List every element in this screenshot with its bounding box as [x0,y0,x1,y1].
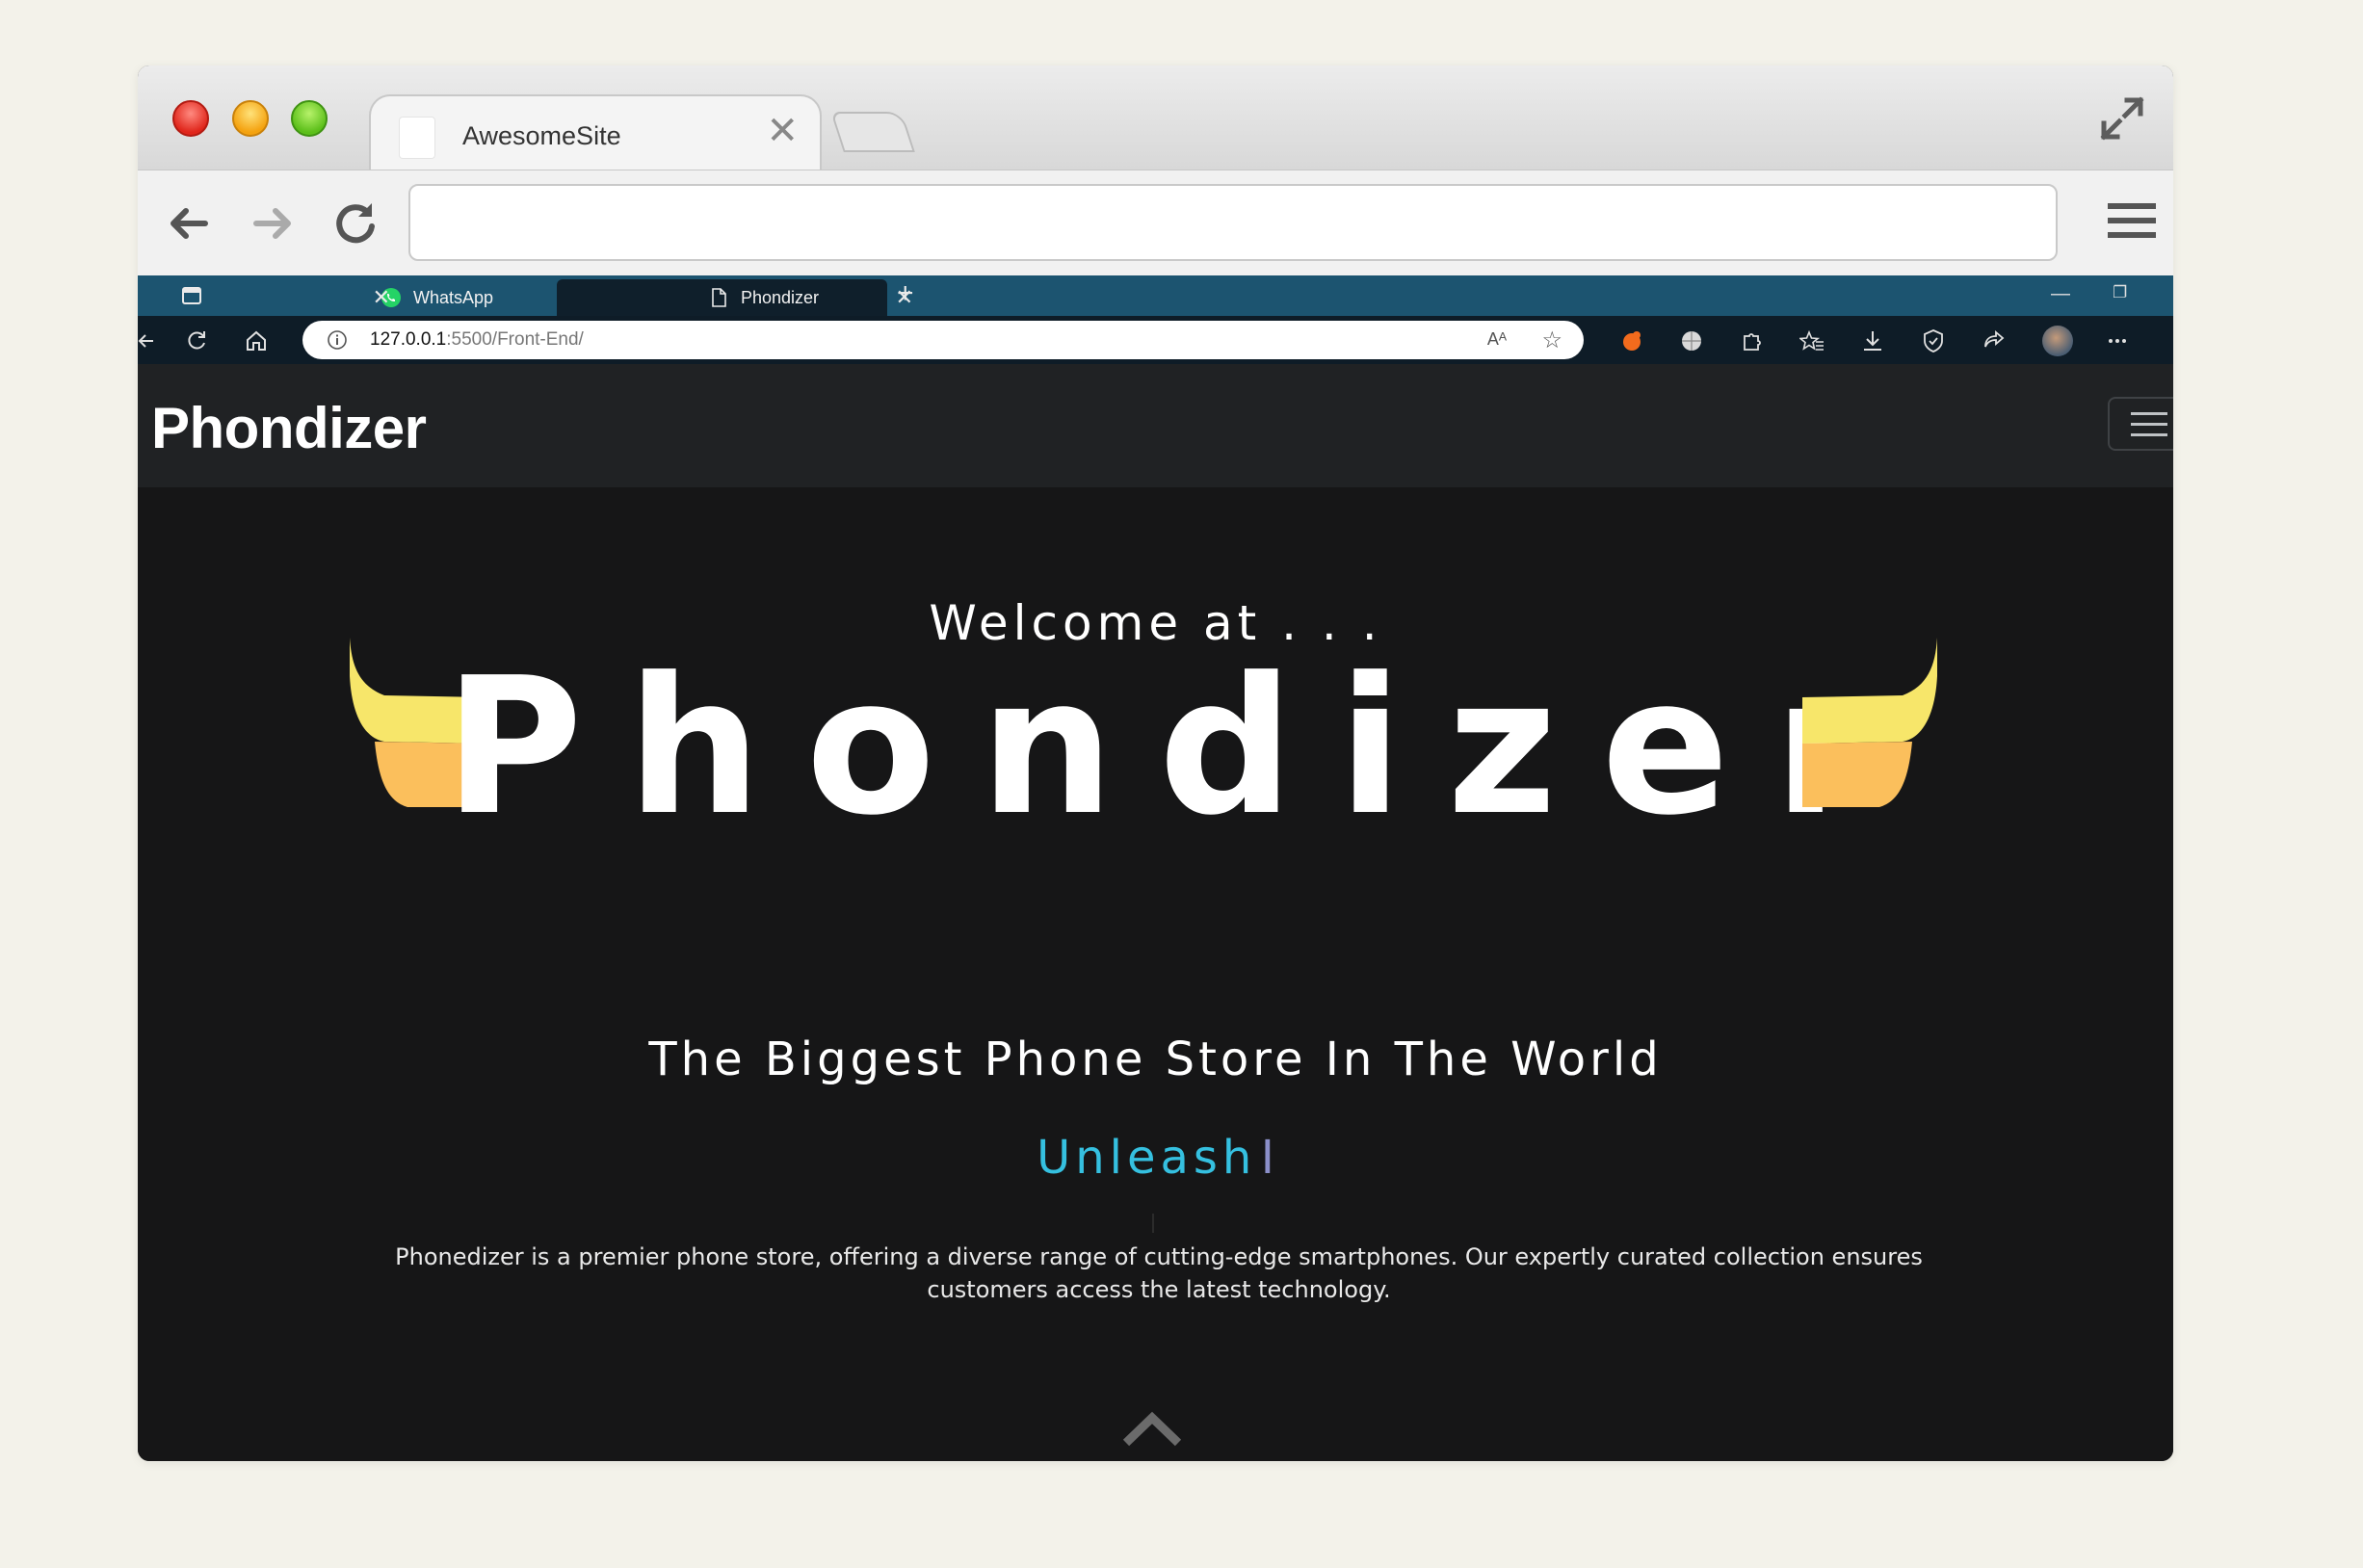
site-info-icon[interactable] [327,329,348,351]
site-navbar: Phondizer [138,364,2173,487]
inner-address-bar[interactable]: 127.0.0.1:5500/Front-End/ Aᴬ ☆ [302,321,1584,359]
home-icon[interactable] [244,328,269,353]
outer-address-bar[interactable] [408,184,2058,261]
chevron-up-icon[interactable] [1122,1410,1182,1449]
extension-orange-icon[interactable] [1619,328,1644,353]
outer-tab-bar: AwesomeSite ✕ [138,65,2173,171]
reload-icon[interactable] [329,197,381,249]
outer-tab-awesomesite[interactable]: AwesomeSite ✕ [369,94,822,171]
toggler-line [2131,423,2167,426]
forward-arrow-icon[interactable] [247,197,299,249]
share-icon[interactable] [1982,328,2007,353]
inner-tab-phondizer[interactable]: Phondizer ✕ [557,279,913,316]
favorite-star-icon[interactable]: ☆ [1541,327,1562,354]
address-text[interactable]: 127.0.0.1:5500/Front-End/ [370,329,584,351]
fullscreen-icon[interactable] [2098,94,2146,143]
toggler-line [2131,412,2167,415]
wing-right-icon [1802,638,1937,807]
outer-menu-icon[interactable] [2108,199,2156,242]
outer-toolbar [138,170,2173,275]
download-icon[interactable] [1860,328,1885,353]
outer-new-tab-button[interactable] [830,112,915,152]
new-tab-button[interactable]: + [897,277,914,310]
page-icon [400,118,434,158]
inner-toolbar: 127.0.0.1:5500/Front-End/ Aᴬ ☆ [138,316,2173,364]
page-icon [712,288,726,307]
toggler-line [2131,433,2167,436]
address-path: :5500/Front-End/ [446,329,584,350]
site-brand[interactable]: Phondizer [151,395,427,461]
extensions-puzzle-icon[interactable] [1739,328,1764,353]
inner-tab-close-icon[interactable]: ✕ [373,285,390,310]
close-window-button[interactable] [172,100,209,137]
typed-line: Unleash I [138,1131,2173,1185]
extension-globe-icon[interactable] [1679,328,1704,353]
typed-text: Unleash [1037,1131,1257,1185]
typed-cursor: I [1260,1131,1274,1185]
profile-avatar[interactable] [2042,326,2073,356]
minimize-window-button[interactable] [232,100,269,137]
inner-tab-label: WhatsApp [413,287,494,307]
outer-tab-title: AwesomeSite [462,121,621,150]
window-restore-button[interactable]: ❐ [2113,283,2127,302]
tagline: The Biggest Phone Store In The World [648,1032,1663,1086]
navbar-toggler-button[interactable] [2108,397,2173,451]
hero-description: Phonedizer is a premier phone store, off… [395,1243,1923,1303]
more-options-icon[interactable] [2105,328,2130,353]
window-minimize-button[interactable]: — [2051,283,2070,305]
back-icon[interactable] [138,328,163,353]
favorites-list-icon[interactable] [1799,328,1825,353]
read-aloud-icon[interactable]: Aᴬ [1487,329,1507,350]
tab-actions-icon[interactable] [180,284,203,307]
hero-section: Welcome at . . . Phondizer The Biggest P… [138,487,2173,1461]
outer-tab-close-icon[interactable]: ✕ [766,112,799,150]
inner-tab-label: Phondizer [741,287,820,307]
zoom-window-button[interactable] [291,100,328,137]
refresh-icon[interactable] [184,328,209,353]
browser-essentials-icon[interactable] [1921,328,1946,353]
address-host: 127.0.0.1 [370,329,447,350]
browser-mockup: AwesomeSite ✕ WhatsApp ✕ Phondizer ✕ + —… [138,65,2173,1461]
back-arrow-icon[interactable] [163,197,215,249]
divider [1152,1214,1154,1233]
